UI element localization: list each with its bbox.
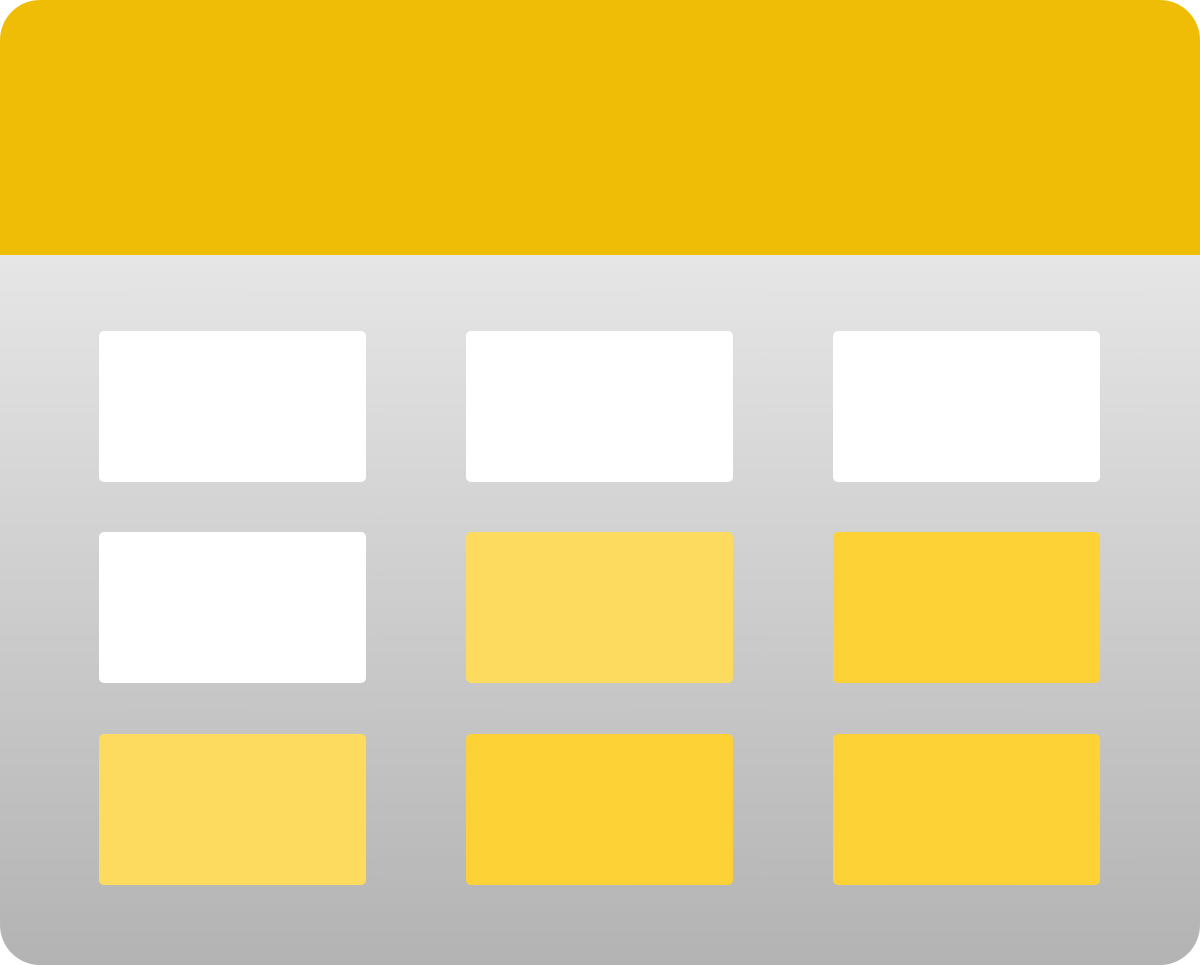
table-cell-r1-c2 [466, 331, 733, 482]
table-cell-r1-c1 [99, 331, 366, 482]
table-cell-r3-c1 [99, 734, 366, 885]
table-cell-r2-c1 [99, 532, 366, 683]
table-header-band [0, 0, 1200, 255]
table-storage-icon [0, 0, 1200, 965]
table-cell-r3-c3 [833, 734, 1100, 885]
table-cell-r3-c2 [466, 734, 733, 885]
table-cell-r1-c3 [833, 331, 1100, 482]
table-cell-r2-c3 [833, 532, 1100, 683]
table-cell-r2-c2 [466, 532, 733, 683]
